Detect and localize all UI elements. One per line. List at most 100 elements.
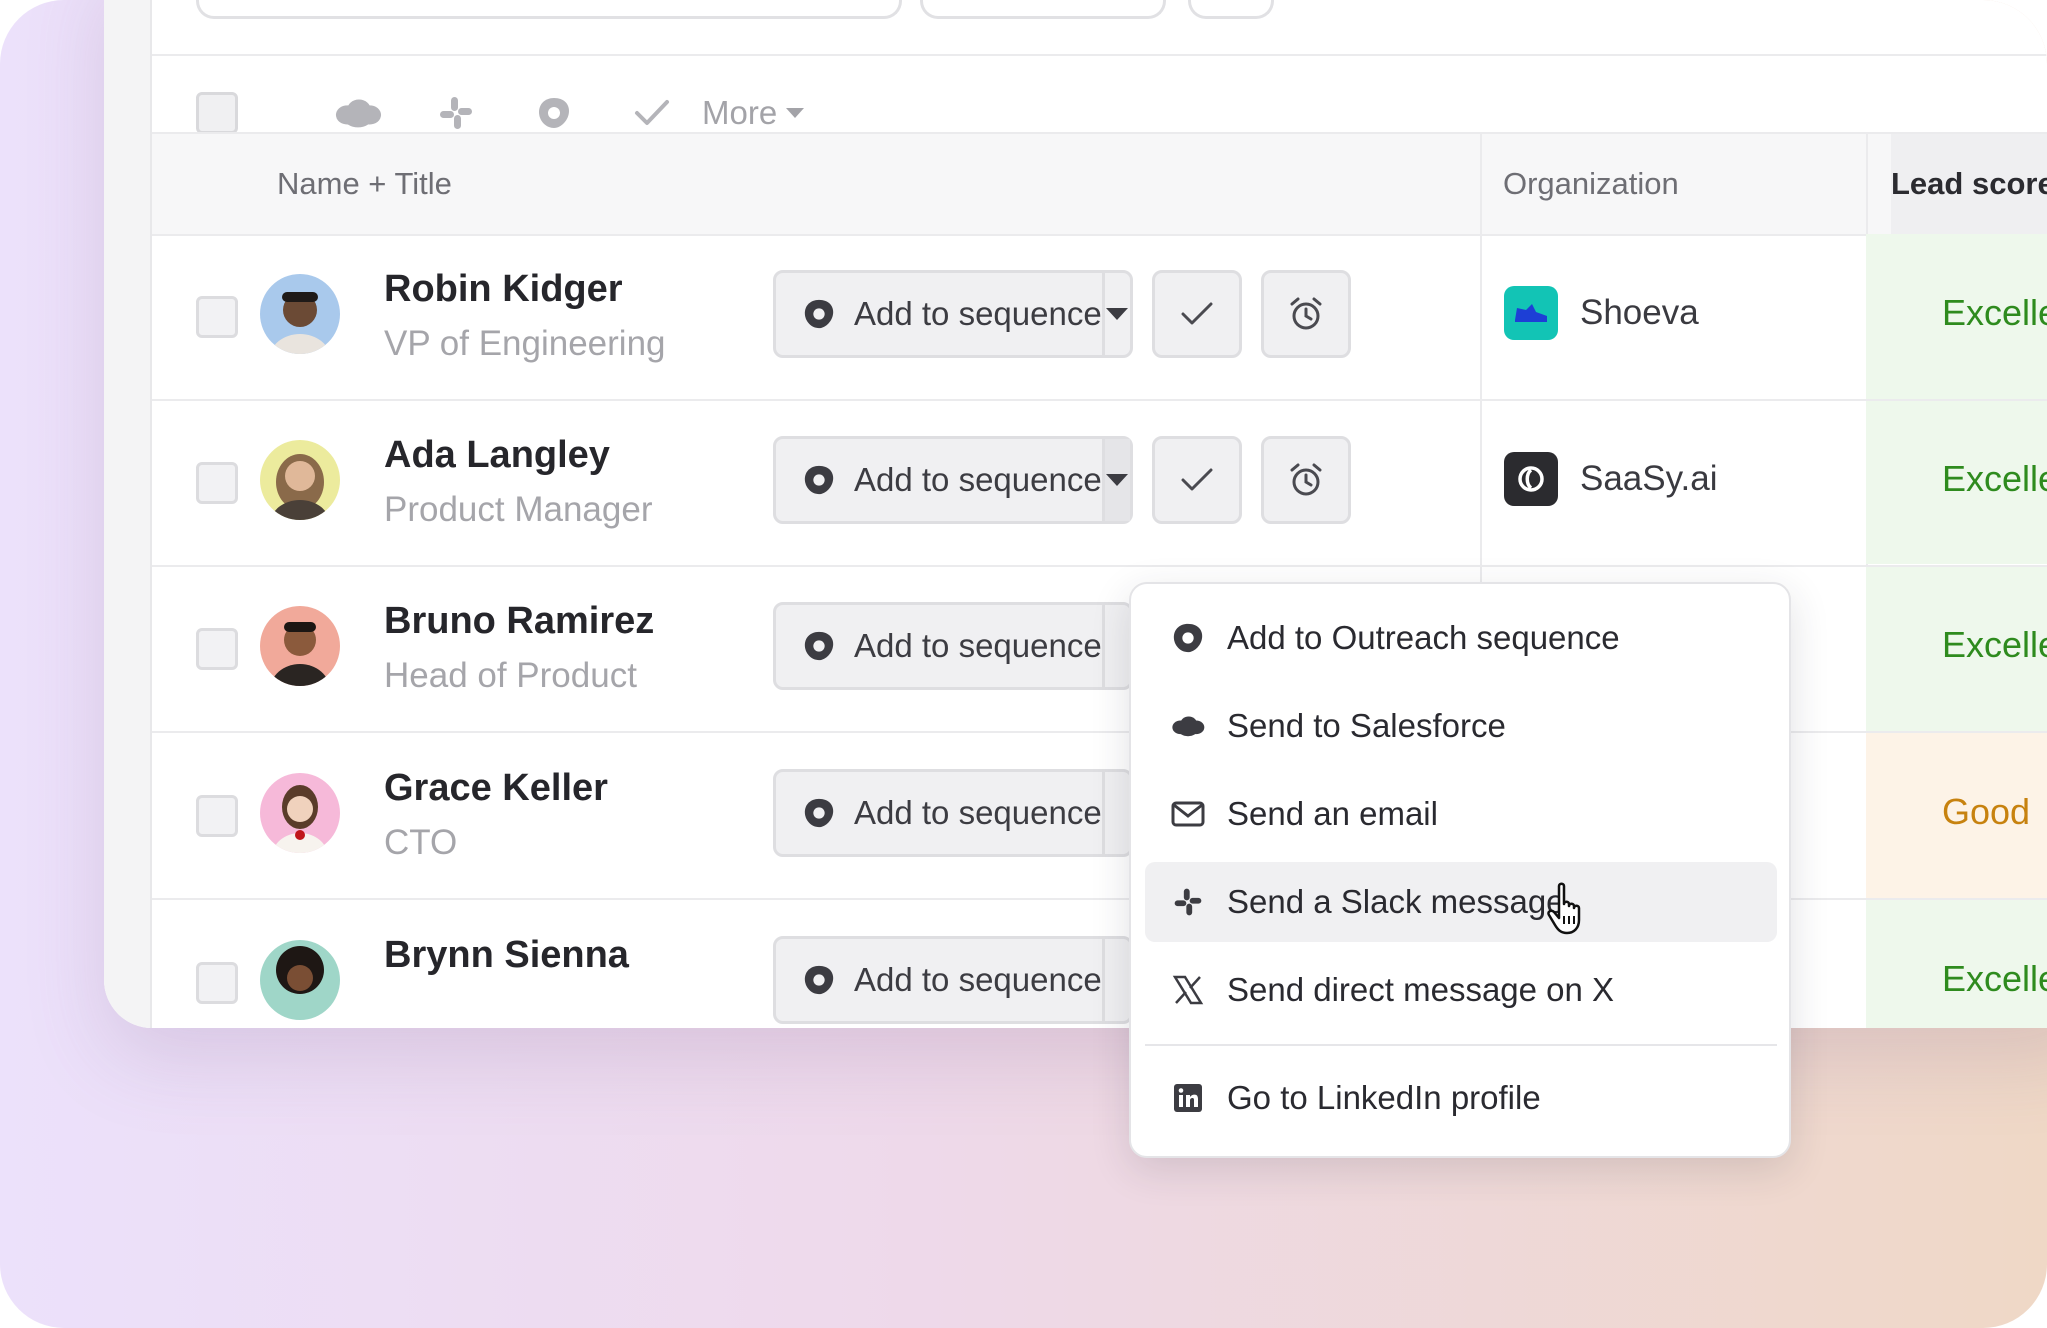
lead-score: Excellent — [1942, 958, 2047, 999]
row-checkbox[interactable] — [196, 628, 238, 670]
person-name[interactable]: Grace Keller — [384, 767, 608, 810]
outreach-icon — [1171, 621, 1205, 655]
header-name-title[interactable]: Name + Title — [277, 134, 452, 234]
shoe-icon — [1504, 286, 1558, 340]
person-title: Head of Product — [384, 656, 637, 695]
check-icon — [1181, 302, 1213, 325]
avatar — [260, 606, 340, 686]
row-checkbox[interactable] — [196, 795, 238, 837]
slack-icon — [1171, 885, 1205, 919]
organization-name: Shoeva — [1580, 293, 1699, 332]
person-name[interactable]: Ada Langley — [384, 434, 610, 477]
sequence-dropdown-toggle[interactable] — [1101, 273, 1130, 355]
menu-item-send-to-salesforce[interactable]: Send to Salesforce — [1145, 686, 1777, 766]
person-name[interactable]: Robin Kidger — [384, 268, 623, 311]
menu-item-send-slack-message[interactable]: Send a Slack message — [1145, 862, 1777, 942]
caret-down-icon — [786, 108, 805, 118]
mark-done-button[interactable] — [1152, 436, 1242, 524]
menu-item-label: Go to LinkedIn profile — [1227, 1079, 1541, 1116]
header-lead-score[interactable]: Lead score — [1891, 134, 2047, 234]
menu-item-send-email[interactable]: Send an email — [1145, 774, 1777, 854]
row-checkbox[interactable] — [196, 462, 238, 504]
person-title: CTO — [384, 823, 458, 862]
person-name[interactable]: Bruno Ramirez — [384, 600, 654, 643]
caret-down-icon — [1106, 474, 1129, 486]
background: More Name + Title Organization Lead scor… — [0, 0, 2047, 1328]
menu-item-label: Add to Outreach sequence — [1227, 619, 1620, 656]
divider — [152, 54, 2047, 56]
sequence-dropdown-toggle[interactable] — [1101, 939, 1130, 1021]
outreach-icon — [804, 299, 834, 329]
sequence-actions-menu: Add to Outreach sequence Send to Salesfo… — [1129, 582, 1791, 1158]
outreach-icon — [804, 631, 834, 661]
row-checkbox[interactable] — [196, 962, 238, 1004]
menu-item-label: Send a Slack message — [1227, 883, 1565, 920]
table-row: Ada Langley Product Manager Add to seque… — [152, 400, 2047, 567]
lead-score: Excellent — [1942, 624, 2047, 665]
add-to-sequence-button[interactable]: Add to sequence — [773, 769, 1133, 857]
menu-item-linkedin-profile[interactable]: Go to LinkedIn profile — [1145, 1058, 1777, 1138]
header-organization[interactable]: Organization — [1503, 134, 1679, 234]
menu-item-send-x-message[interactable]: Send direct message on X — [1145, 950, 1777, 1030]
table-row: Robin Kidger VP of Engineering Add to se… — [152, 234, 2047, 401]
slack-icon[interactable] — [432, 92, 480, 134]
avatar — [260, 440, 340, 520]
add-to-sequence-label: Add to sequence — [854, 461, 1102, 498]
filter-field[interactable] — [196, 0, 902, 19]
linkedin-icon — [1171, 1081, 1205, 1115]
more-label: More — [702, 94, 778, 131]
menu-divider — [1145, 1044, 1777, 1046]
check-icon — [1181, 468, 1213, 491]
avatar — [260, 940, 340, 1020]
menu-item-label: Send direct message on X — [1227, 971, 1615, 1008]
mark-done-button[interactable] — [1152, 270, 1242, 358]
organization-cell[interactable]: SaaSy.ai — [1504, 452, 1718, 506]
left-rail — [104, 0, 152, 1028]
menu-item-label: Send to Salesforce — [1227, 707, 1506, 744]
add-to-sequence-label: Add to sequence — [854, 627, 1102, 664]
person-name[interactable]: Brynn Sienna — [384, 934, 629, 977]
add-to-sequence-label: Add to sequence — [854, 295, 1102, 332]
alarm-clock-icon — [1290, 463, 1322, 496]
more-menu-button[interactable]: More — [702, 92, 805, 134]
hand-cursor-icon — [1547, 882, 1581, 935]
outreach-icon — [804, 965, 834, 995]
organization-name: SaaSy.ai — [1580, 459, 1718, 498]
snooze-button[interactable] — [1261, 436, 1351, 524]
add-to-sequence-label: Add to sequence — [854, 794, 1102, 831]
caret-down-icon — [1106, 308, 1129, 320]
check-icon[interactable] — [628, 92, 676, 134]
salesforce-icon — [1171, 709, 1205, 743]
outreach-icon — [804, 798, 834, 828]
filter-field[interactable] — [920, 0, 1166, 19]
row-checkbox[interactable] — [196, 296, 238, 338]
organization-cell[interactable]: Shoeva — [1504, 286, 1699, 340]
alarm-clock-icon — [1290, 297, 1322, 330]
filter-field[interactable] — [1188, 0, 1274, 19]
menu-item-add-to-outreach[interactable]: Add to Outreach sequence — [1145, 598, 1777, 678]
sequence-dropdown-toggle[interactable] — [1101, 439, 1130, 521]
salesforce-icon[interactable] — [334, 92, 382, 134]
add-to-sequence-label: Add to sequence — [854, 961, 1102, 998]
table-header: Name + Title Organization Lead score — [152, 132, 2047, 236]
select-all-checkbox[interactable] — [196, 92, 238, 134]
avatar — [260, 274, 340, 354]
add-to-sequence-button[interactable]: Add to sequence — [773, 602, 1133, 690]
person-title: Product Manager — [384, 490, 653, 529]
mail-icon — [1171, 797, 1205, 831]
sequence-dropdown-toggle[interactable] — [1101, 605, 1130, 687]
add-to-sequence-button[interactable]: Add to sequence — [773, 936, 1133, 1024]
lead-score: Excellent — [1942, 292, 2047, 333]
snooze-button[interactable] — [1261, 270, 1351, 358]
outreach-icon[interactable] — [530, 92, 578, 134]
menu-item-label: Send an email — [1227, 795, 1438, 832]
outreach-icon — [804, 465, 834, 495]
add-to-sequence-button[interactable]: Add to sequence — [773, 436, 1133, 524]
sequence-dropdown-toggle[interactable] — [1101, 772, 1130, 854]
x-icon — [1171, 973, 1205, 1007]
add-to-sequence-button[interactable]: Add to sequence — [773, 270, 1133, 358]
header-lead-score-label: Lead score — [1891, 166, 2047, 201]
saasy-logo-icon — [1504, 452, 1558, 506]
lead-score: Good — [1942, 791, 2031, 832]
lead-score: Excellent — [1942, 458, 2047, 499]
